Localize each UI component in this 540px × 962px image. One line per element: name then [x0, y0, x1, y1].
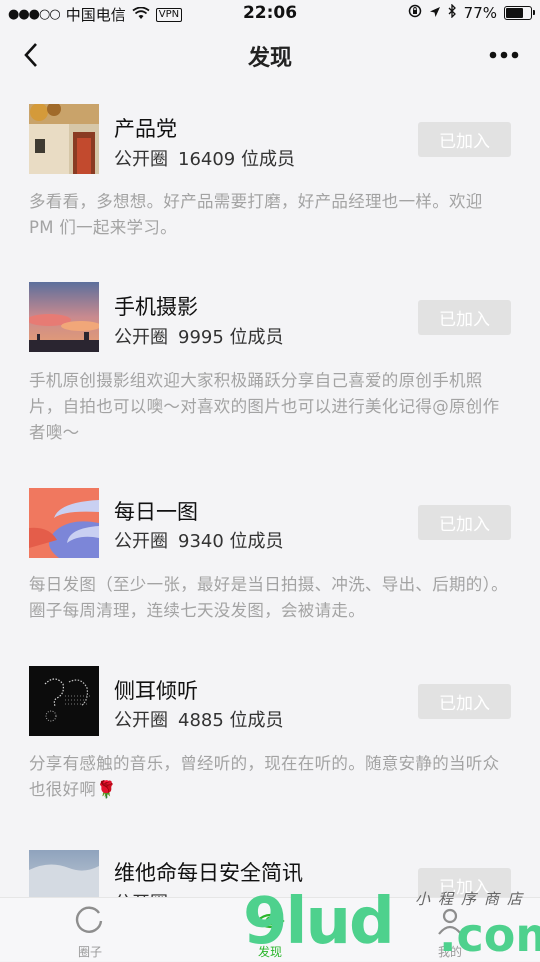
- page-title: 发现: [247, 46, 292, 71]
- group-cover-image: [29, 104, 99, 174]
- group-cover-image: [29, 488, 99, 558]
- group-name: 每日一图: [114, 500, 198, 524]
- group-meta: 公开圈 16409 位成员: [114, 145, 295, 171]
- tab-label: 发现: [257, 945, 282, 959]
- group-type: 公开圈: [114, 327, 168, 348]
- member-count: 9995 位成员: [178, 327, 284, 348]
- tab-mine[interactable]: 我的: [410, 898, 490, 961]
- rose-emoji: 🌹: [96, 780, 118, 799]
- group-description: 每日发图（至少一张，最好是当日拍摄、冲洗、导出、后期的）。圈子每周清理，连续七天…: [29, 575, 508, 620]
- group-cover-image: [29, 666, 99, 736]
- member-count: 4885 位成员: [178, 710, 284, 731]
- bluetooth-icon: [448, 3, 457, 22]
- group-meta: 公开圈 9340 位成员: [114, 527, 284, 553]
- tab-label: 我的: [437, 945, 462, 959]
- group-type: 公开圈: [114, 710, 168, 731]
- eye-tab-icon: [255, 913, 285, 929]
- joined-button[interactable]: 已加入: [418, 122, 511, 157]
- person-tab-icon: [438, 908, 462, 935]
- group-meta: 公开圈 9995 位成员: [114, 323, 284, 349]
- location-icon: [429, 4, 441, 22]
- group-description: 分享有感触的音乐，曾经听的，现在在听的。随意安静的当听众也很好啊🌹: [29, 751, 511, 803]
- group-cover-image: [29, 282, 99, 352]
- nav-bar: 发现: [0, 28, 540, 84]
- battery-icon: [504, 6, 535, 20]
- tab-label: 圈子: [77, 945, 102, 959]
- battery-percent: 77%: [463, 4, 497, 22]
- member-count: 16409 位成员: [178, 149, 295, 170]
- group-type: 公开圈: [114, 149, 168, 170]
- group-description: 多看看，多想想。好产品需要打磨，好产品经理也一样。欢迎 PM 们一起来学习。: [29, 192, 483, 237]
- joined-button[interactable]: 已加入: [418, 300, 511, 335]
- group-name: 产品党: [114, 117, 177, 141]
- group-meta: 公开圈 4885 位成员: [114, 706, 284, 732]
- group-cover-image: [29, 850, 99, 897]
- group-name: 侧耳倾听: [114, 679, 198, 703]
- orientation-lock-icon: [408, 4, 422, 22]
- group-description: 手机原创摄影组欢迎大家积极踊跃分享自己喜爱的原创手机照片，自拍也可以噢～对喜欢的…: [29, 371, 500, 442]
- member-count: 9340 位成员: [178, 531, 284, 552]
- status-bar: ●●●○○ 中国电信 VPN 22:06 77%: [0, 0, 540, 28]
- tab-bar: 圈子 发现 我的: [0, 897, 540, 961]
- more-dots-icon: [489, 51, 519, 59]
- group-name: 维他命每日安全简讯: [114, 861, 303, 885]
- circle-tab-icon: [75, 906, 103, 933]
- group-name: 手机摄影: [114, 295, 198, 319]
- tab-circles[interactable]: 圈子: [50, 898, 130, 961]
- joined-button[interactable]: 已加入: [418, 684, 511, 719]
- joined-button[interactable]: 已加入: [418, 505, 511, 540]
- group-type: 公开圈: [114, 531, 168, 552]
- more-button[interactable]: [486, 40, 522, 70]
- tab-discover[interactable]: 发现: [230, 898, 310, 961]
